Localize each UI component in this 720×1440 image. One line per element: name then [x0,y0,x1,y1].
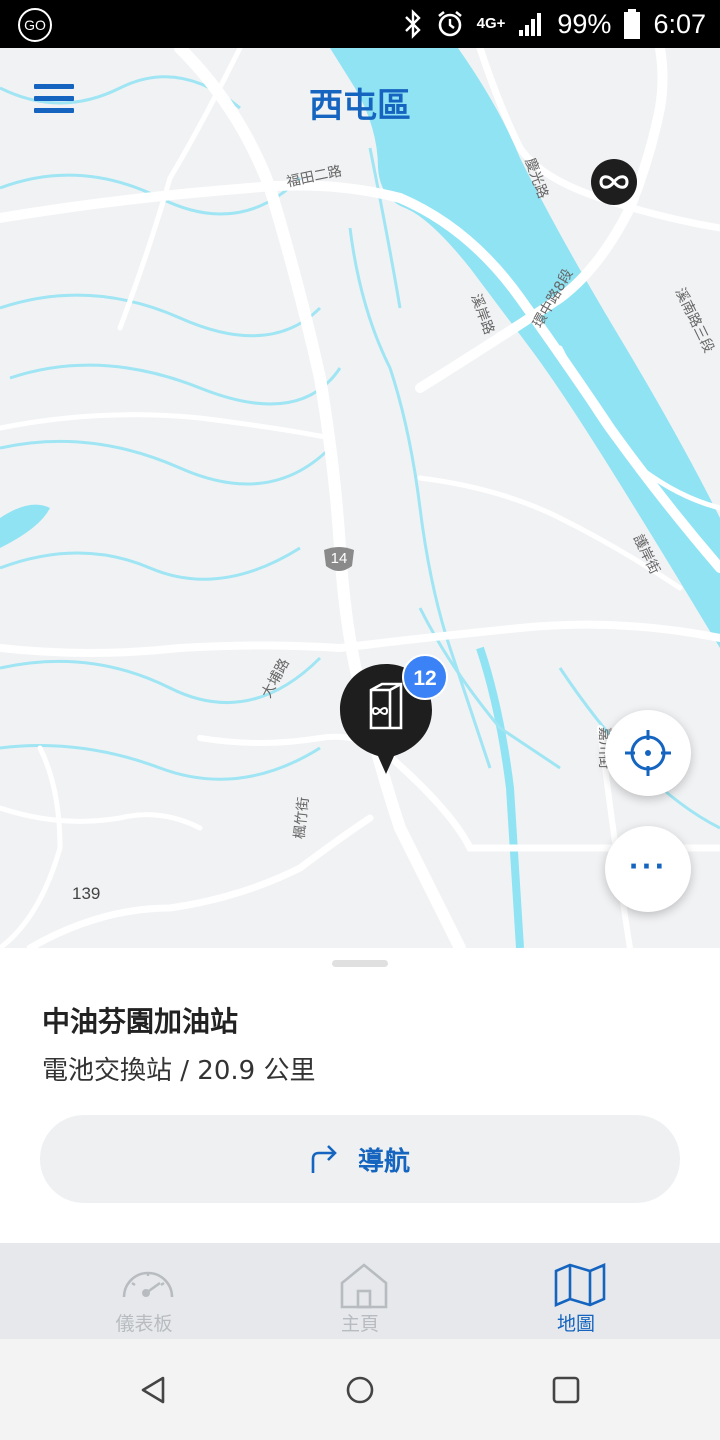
station-count-badge: 12 [402,654,448,700]
route-number-label: 139 [72,884,101,903]
navigate-button[interactable]: 導航 [40,1115,680,1203]
tab-dashboard[interactable]: 儀表板 [24,1243,264,1339]
home-circle-icon[interactable] [345,1375,375,1405]
route-shield-number: 14 [330,550,348,567]
map-view[interactable]: 福田二路 慶光路 環中路8段 溪岸路 溪南路三段 護岸街 大埔路 楓竹街 嘉川街… [0,48,720,948]
more-icon: ··· [628,852,668,882]
station-name: 中油芬園加油站 [42,1005,239,1038]
tab-map[interactable]: 地圖 [456,1243,696,1339]
bottom-tab-bar: 儀表板 主頁 地圖 [0,1243,720,1339]
go-badge-icon: GO [18,8,52,42]
recents-icon[interactable] [551,1375,581,1405]
navigate-label: 導航 [357,1146,410,1177]
sheet-drag-handle[interactable] [332,960,388,967]
station-detail-sheet: 中油芬園加油站 電池交換站 / 20.9 公里 導航 [0,948,720,1243]
map-icon [554,1263,606,1307]
speedometer-icon [122,1271,174,1298]
tab-label: 儀表板 [115,1313,173,1335]
tab-home[interactable]: 主頁 [240,1243,480,1339]
battery-icon [624,9,641,39]
tab-label: 主頁 [340,1313,379,1335]
page-title: 西屯區 [309,86,411,126]
crosshair-icon [625,730,671,776]
home-icon [340,1263,388,1309]
tab-label: 地圖 [556,1313,595,1335]
bluetooth-icon [404,9,421,39]
network-type-label: 4G+ [476,15,506,32]
turn-right-arrow-icon [311,1145,337,1173]
status-bar: GO 4G+ 99% 6:07 [0,0,720,48]
alarm-icon [437,10,462,37]
station-marker[interactable] [591,159,637,205]
battery-percent: 99% [557,8,612,39]
river [330,48,720,648]
back-icon[interactable] [139,1375,169,1405]
signal-icon [519,13,542,36]
more-options-button[interactable]: ··· [605,826,691,912]
system-navigation-bar [0,1339,720,1440]
station-detail: 電池交換站 / 20.9 公里 [42,1056,316,1086]
clock: 6:07 [653,8,706,39]
infinity-icon [599,175,629,189]
locate-me-button[interactable] [605,710,691,796]
